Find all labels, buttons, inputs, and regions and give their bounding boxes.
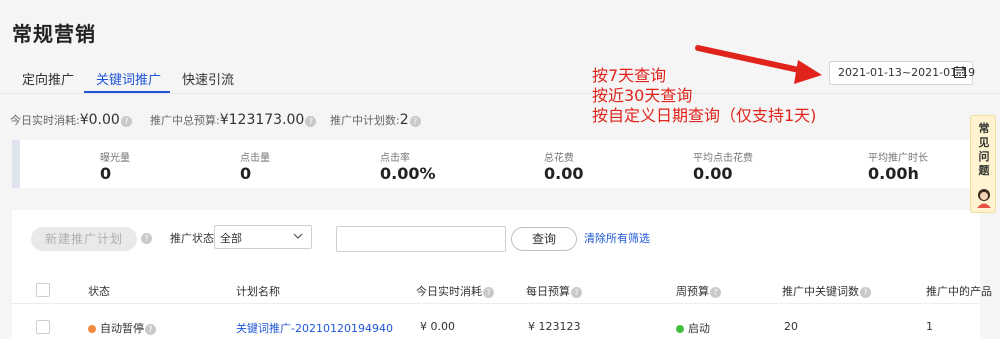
- metric-value: 0: [240, 164, 252, 183]
- metric-ctr: 点击率 0.00%: [380, 149, 436, 183]
- help-icon[interactable]: ?: [141, 233, 152, 244]
- help-icon[interactable]: ?: [409, 115, 421, 127]
- tab-keyword[interactable]: 关键词推广: [96, 69, 161, 88]
- metric-value: 0.00h: [868, 164, 919, 183]
- plan-count-label: 推广中计划数:: [330, 114, 400, 127]
- search-input[interactable]: [336, 226, 506, 252]
- status-dot-icon: [676, 325, 684, 333]
- metric-value: 0.00: [544, 164, 584, 183]
- header-daily-budget: 每日预算?: [526, 283, 582, 299]
- query-button[interactable]: 查询: [511, 227, 577, 251]
- header-divider: [12, 303, 980, 304]
- metric-label: 点击量: [240, 153, 270, 164]
- plan-count-stat: 推广中计划数:2?: [330, 112, 421, 128]
- faq-helper-label: 常见问题: [978, 122, 990, 177]
- annotation-line-1: 按7天查询: [592, 66, 667, 85]
- metric-total-cost: 总花费 0.00: [544, 149, 583, 183]
- total-budget-value: ¥123173.00: [219, 112, 305, 128]
- date-range-picker[interactable]: 2021-01-13~2021-01-19: [829, 61, 975, 85]
- header-today-spend: 今日实时消耗?: [416, 283, 494, 299]
- active-tab-indicator: [84, 91, 170, 93]
- row-checkbox[interactable]: [36, 320, 50, 334]
- header-weekly-budget: 周预算?: [676, 283, 721, 299]
- help-icon[interactable]: ?: [120, 115, 132, 127]
- help-icon[interactable]: ?: [483, 286, 494, 298]
- clear-filters-link[interactable]: 清除所有筛选: [584, 230, 650, 246]
- tab-targeted[interactable]: 定向推广: [22, 69, 74, 88]
- metric-value: 0.00%: [380, 164, 436, 183]
- row-daily-budget: ¥ 123123: [528, 320, 581, 333]
- metric-value: 0: [100, 164, 112, 183]
- metric-avg-cpc: 平均点击花费 0.00: [693, 149, 753, 183]
- metric-value: 0.00: [693, 164, 733, 183]
- metric-label: 总花费: [544, 153, 574, 164]
- row-keyword-count: 20: [784, 320, 798, 333]
- tab-divider: [0, 93, 1000, 94]
- metric-label: 平均点击花费: [693, 153, 753, 164]
- annotation-line-3: 按自定义日期查询（仅支持1天): [592, 106, 817, 125]
- row-plan-name-link[interactable]: 关键词推广-20210120194940: [236, 320, 393, 336]
- total-budget-stat: 推广中总预算:¥123173.00?: [150, 112, 317, 128]
- total-budget-label: 推广中总预算:: [150, 114, 220, 127]
- metric-label: 平均推广时长: [868, 153, 928, 164]
- help-icon[interactable]: ?: [710, 286, 721, 298]
- metric-label: 曝光量: [100, 153, 130, 164]
- metric-impressions: 曝光量 0: [100, 149, 130, 183]
- help-icon[interactable]: ?: [860, 286, 871, 298]
- row-weekly-budget: 启动: [676, 320, 710, 336]
- header-status: 状态: [88, 285, 110, 298]
- annotation-line-2: 按近30天查询: [592, 86, 693, 105]
- annotation-text: 按7天查询 按近30天查询 按自定义日期查询（仅支持1天): [592, 66, 816, 126]
- status-filter-label: 推广状态:: [170, 232, 218, 245]
- chevron-down-icon: [293, 233, 303, 239]
- row-today-spend: ¥ 0.00: [420, 320, 455, 333]
- tab-quick-traffic[interactable]: 快速引流: [182, 69, 234, 88]
- select-all-checkbox[interactable]: [36, 283, 50, 297]
- header-plan-name: 计划名称: [236, 285, 280, 298]
- today-spend-label: 今日实时消耗:: [10, 114, 80, 127]
- today-spend-stat: 今日实时消耗:¥0.00?: [10, 112, 132, 128]
- header-products: 推广中的产品: [926, 285, 992, 298]
- metric-clicks: 点击量 0: [240, 149, 270, 183]
- row-status: 自动暂停?: [88, 320, 156, 336]
- metric-label: 点击率: [380, 153, 410, 164]
- assistant-avatar-icon: [977, 189, 991, 208]
- metric-avg-duration: 平均推广时长 0.00h: [868, 149, 928, 183]
- new-plan-button[interactable]: 新建推广计划: [31, 227, 137, 251]
- status-filter-value: 全部: [220, 232, 242, 245]
- header-keyword-count: 推广中关键词数?: [782, 283, 871, 299]
- help-icon[interactable]: ?: [145, 323, 156, 335]
- plan-count-value: 2: [399, 112, 409, 128]
- today-spend-value: ¥0.00: [79, 112, 120, 128]
- page-title: 常规营销: [12, 22, 96, 46]
- calendar-icon[interactable]: [954, 66, 966, 78]
- faq-helper-widget[interactable]: 常见问题: [970, 115, 996, 213]
- metrics-panel: 曝光量 0 点击量 0 点击率 0.00% 总花费 0.00 平均点击花费 0.…: [12, 140, 980, 188]
- status-dot-icon: [88, 325, 96, 333]
- help-icon[interactable]: ?: [305, 115, 317, 127]
- help-icon[interactable]: ?: [571, 286, 582, 298]
- row-products: 1: [926, 320, 933, 333]
- status-filter-select[interactable]: 全部: [214, 225, 312, 249]
